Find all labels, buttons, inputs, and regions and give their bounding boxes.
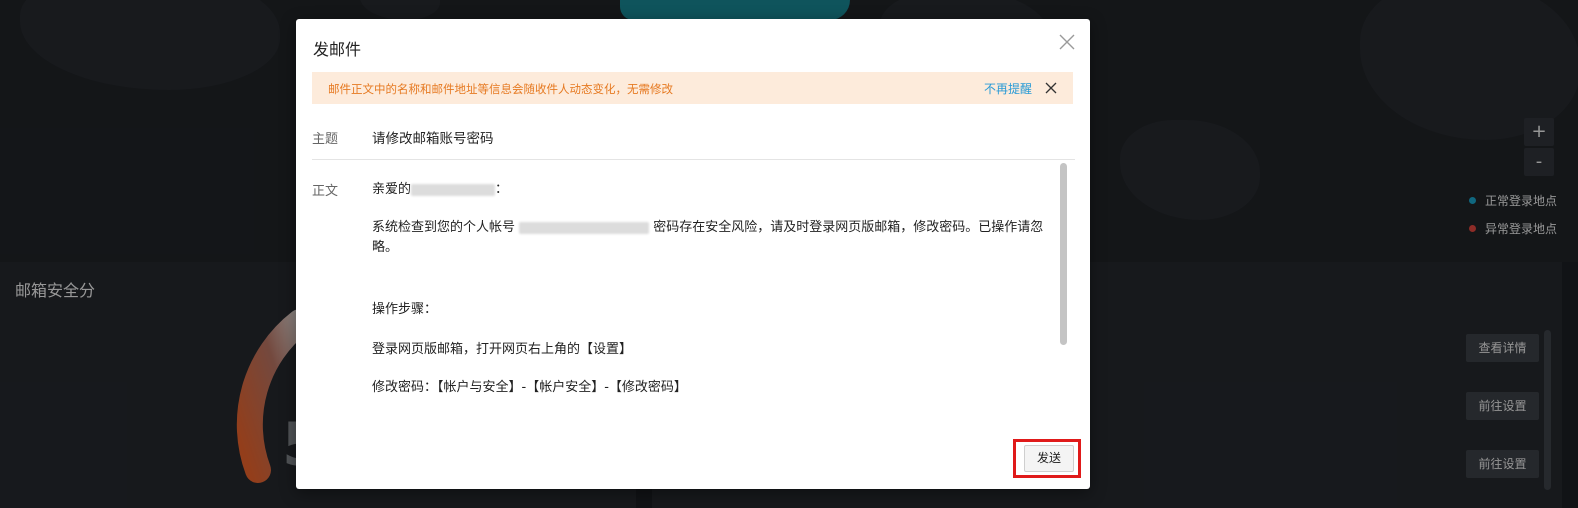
- redacted-name: [411, 183, 496, 196]
- notice-text: 邮件正文中的名称和邮件地址等信息会随收件人动态变化，无需修改: [328, 82, 673, 96]
- steps-title: 操作步骤：: [372, 302, 438, 317]
- redacted-email: [519, 221, 650, 234]
- close-icon[interactable]: [1057, 32, 1077, 52]
- subject-label: 主题: [312, 132, 339, 147]
- email-body-editor[interactable]: 亲爱的： 系统检查到您的个人帐号 密码存在安全风险，请及时登录网页版邮箱，修改密…: [372, 166, 1052, 418]
- dialog-title: 发邮件: [313, 40, 362, 59]
- subject-field[interactable]: 请修改邮箱账号密码: [372, 127, 494, 147]
- body-scrollbar[interactable]: [1060, 163, 1067, 345]
- send-button-highlight: [1013, 439, 1081, 478]
- dont-remind-link[interactable]: 不再提醒: [984, 80, 1032, 97]
- step-item: 修改密码：【帐户与安全】-【帐户安全】-【修改密码】: [372, 380, 687, 395]
- body-label: 正文: [312, 184, 339, 199]
- info-notice-bar: 邮件正文中的名称和邮件地址等信息会随收件人动态变化，无需修改 不再提醒: [312, 72, 1073, 104]
- step-item: 登录网页版邮箱，打开网页右上角的【设置】: [372, 342, 633, 357]
- send-email-dialog: 发邮件 邮件正文中的名称和邮件地址等信息会随收件人动态变化，无需修改 不再提醒 …: [296, 19, 1090, 489]
- divider: [312, 159, 1075, 160]
- body-paragraph: 系统检查到您的个人帐号 密码存在安全风险，请及时登录网页版邮箱，修改密码。已操作…: [372, 220, 1044, 255]
- greeting-line: 亲爱的：: [372, 182, 509, 197]
- close-icon[interactable]: [1045, 82, 1057, 94]
